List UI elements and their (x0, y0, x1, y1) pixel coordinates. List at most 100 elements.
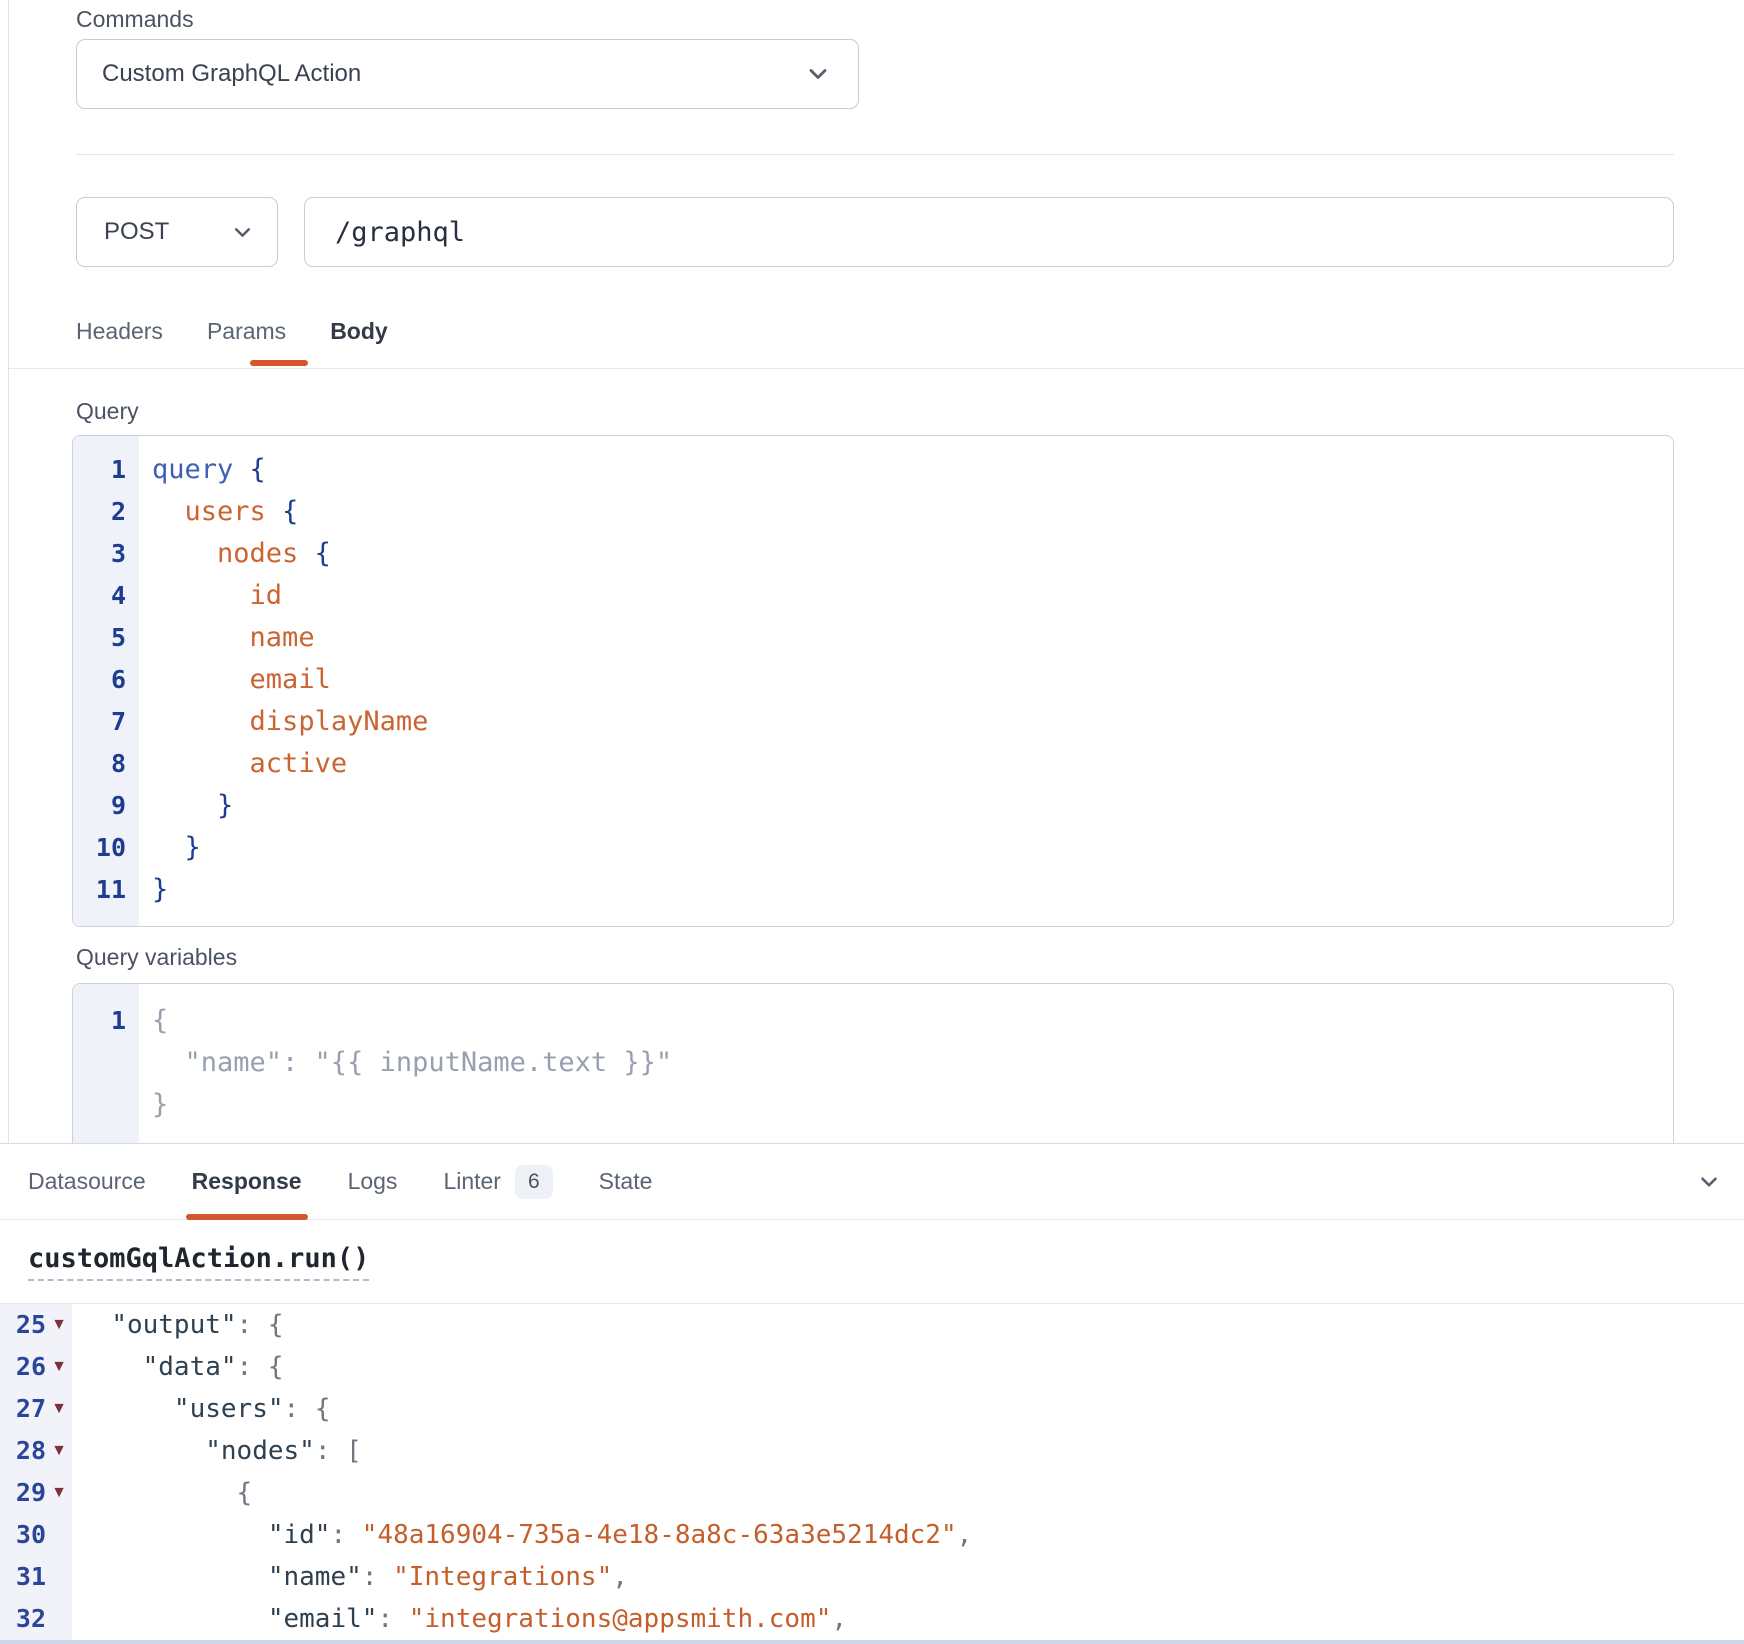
line-number: 3 (73, 533, 139, 575)
code-token (298, 538, 314, 569)
code-token: : (237, 1310, 268, 1340)
line-number: 6 (73, 659, 139, 701)
response-json-viewer[interactable]: 25▼ "output": {26▼ "data": {27▼ "users":… (0, 1304, 1744, 1644)
code-line[interactable]: 4 id (73, 575, 1673, 617)
tab-params[interactable]: Params (207, 318, 286, 345)
code-token: "email" (268, 1604, 378, 1634)
code-line[interactable]: 27▼ "users": { (0, 1388, 1744, 1430)
code-line[interactable]: 29▼ { (0, 1472, 1744, 1514)
code-token: { (268, 1310, 284, 1340)
code-token: { (237, 1478, 253, 1508)
code-line[interactable]: 5 name (73, 617, 1673, 659)
line-number: 9 (73, 785, 139, 827)
query-variables-editor[interactable]: 1{ "name": "{{ inputName.text }}"} (72, 983, 1674, 1143)
code-token (152, 748, 250, 779)
code-token: "integrations@appsmith.com" (409, 1604, 832, 1634)
fold-toggle-icon[interactable]: ▼ (46, 1388, 72, 1430)
line-number: 2 (73, 491, 139, 533)
line-number: 5 (73, 617, 139, 659)
tab-body[interactable]: Body (330, 318, 388, 345)
code-token (80, 1562, 268, 1592)
code-line[interactable]: 25▼ "output": { (0, 1304, 1744, 1346)
lint-count-badge: 6 (515, 1165, 553, 1199)
code-line[interactable]: 28▼ "nodes": [ (0, 1430, 1744, 1472)
tab-response[interactable]: Response (192, 1144, 302, 1219)
code-line[interactable]: 3 nodes { (73, 533, 1673, 575)
query-editor[interactable]: 1query {2 users {3 nodes {4 id5 name6 em… (72, 435, 1674, 927)
line-number: 32 (0, 1598, 46, 1640)
code-line[interactable]: 6 email (73, 659, 1673, 701)
code-token: { (315, 538, 331, 569)
line-number: 29 (0, 1472, 46, 1514)
fold-toggle-icon[interactable]: ▼ (46, 1304, 72, 1346)
fold-toggle-icon[interactable]: ▼ (46, 1346, 72, 1388)
query-label: Query (76, 398, 139, 425)
code-text: nodes { (139, 533, 331, 575)
collapse-panel-chevron-icon[interactable] (1696, 1144, 1722, 1219)
method-select[interactable]: POST (76, 197, 278, 267)
method-select-value: POST (104, 218, 230, 246)
chevron-down-icon (230, 220, 255, 245)
code-token (152, 664, 250, 695)
tab-headers[interactable]: Headers (76, 318, 163, 345)
url-input[interactable]: /graphql (304, 197, 1674, 267)
graphql-action-editor: Commands Custom GraphQL Action POST /gra… (0, 0, 1744, 1644)
code-text: { (139, 1000, 168, 1042)
code-token: , (612, 1562, 628, 1592)
code-line[interactable]: 8 active (73, 743, 1673, 785)
code-token: [ (346, 1436, 362, 1466)
code-token: { (282, 496, 298, 527)
code-token (152, 832, 185, 863)
fold-toggle-icon[interactable]: ▼ (46, 1430, 72, 1472)
line-number (73, 1042, 139, 1084)
code-text: "id": "48a16904-735a-4e18-8a8c-63a3e5214… (72, 1514, 972, 1556)
code-token: id (250, 580, 283, 611)
tab-label: Linter (443, 1168, 501, 1195)
response-meta-row: customGqlAction.run() (0, 1220, 1744, 1304)
code-line[interactable]: 31 "name": "Integrations", (0, 1556, 1744, 1598)
tab-label: Logs (348, 1168, 398, 1195)
tab-label: State (599, 1168, 653, 1195)
code-line[interactable]: 7 displayName (73, 701, 1673, 743)
code-line[interactable]: 11} (73, 869, 1673, 911)
code-text: "name": "{{ inputName.text }}" (139, 1042, 672, 1084)
code-token: : (315, 1436, 346, 1466)
code-line[interactable]: 2 users { (73, 491, 1673, 533)
fold-spacer (46, 1598, 72, 1640)
tab-state[interactable]: State (599, 1144, 653, 1219)
code-text: email (139, 659, 331, 701)
tab-datasource[interactable]: Datasource (28, 1144, 146, 1219)
query-code: 1query {2 users {3 nodes {4 id5 name6 em… (73, 436, 1673, 911)
code-token: "users" (174, 1394, 284, 1424)
code-token: , (831, 1604, 847, 1634)
code-token: } (217, 790, 233, 821)
code-line[interactable]: 10 } (73, 827, 1673, 869)
line-number: 1 (73, 1000, 139, 1042)
code-line[interactable]: 26▼ "data": { (0, 1346, 1744, 1388)
code-token (80, 1436, 205, 1466)
code-line[interactable]: 1{ (73, 1000, 1673, 1042)
code-token: "data" (143, 1352, 237, 1382)
code-token: : (237, 1352, 268, 1382)
fold-toggle-icon[interactable]: ▼ (46, 1472, 72, 1514)
code-line[interactable]: 9 } (73, 785, 1673, 827)
line-number (73, 1084, 139, 1126)
code-text: "email": "integrations@appsmith.com", (72, 1598, 847, 1640)
code-line[interactable]: 1query { (73, 449, 1673, 491)
tab-label: Datasource (28, 1168, 146, 1195)
code-text: displayName (139, 701, 428, 743)
code-token (80, 1478, 237, 1508)
tab-linter[interactable]: Linter 6 (443, 1144, 552, 1219)
code-token: : (284, 1394, 315, 1424)
code-line[interactable]: } (73, 1084, 1673, 1126)
commands-select[interactable]: Custom GraphQL Action (76, 39, 859, 109)
code-token: : (377, 1604, 408, 1634)
tab-logs[interactable]: Logs (348, 1144, 398, 1219)
code-line[interactable]: 32 "email": "integrations@appsmith.com", (0, 1598, 1744, 1640)
code-token (152, 496, 185, 527)
code-line[interactable]: "name": "{{ inputName.text }}" (73, 1042, 1673, 1084)
code-token: } (152, 874, 168, 905)
code-line[interactable]: 30 "id": "48a16904-735a-4e18-8a8c-63a3e5… (0, 1514, 1744, 1556)
tabs-divider (9, 368, 1744, 369)
code-text: "output": { (72, 1304, 284, 1346)
